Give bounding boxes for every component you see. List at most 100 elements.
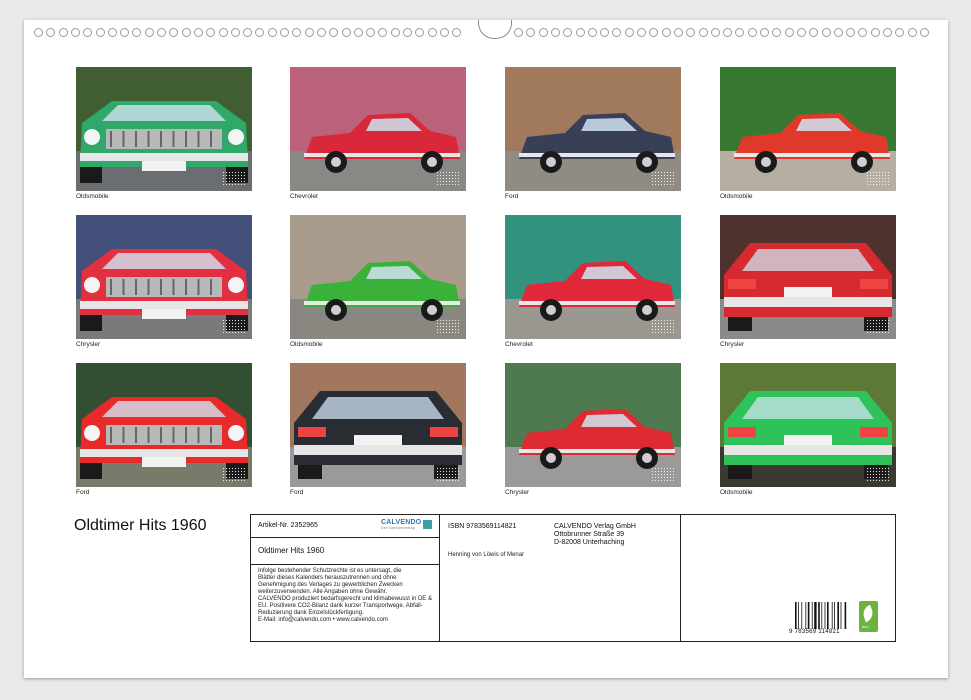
binding-hole bbox=[637, 28, 646, 37]
binding-hole bbox=[329, 28, 339, 37]
binding-hole bbox=[907, 28, 917, 37]
binding-hole bbox=[95, 28, 105, 37]
info-column-publisher: ISBN 9783569114821 CALVENDO Verlag GmbH … bbox=[440, 515, 681, 641]
binding-hole bbox=[280, 28, 289, 37]
binding-hole bbox=[353, 28, 363, 37]
photo-caption: Oldsmobile bbox=[720, 193, 753, 200]
publisher-street: Ottobrunner Straße 39 bbox=[554, 531, 625, 538]
calendar-title: Oldtimer Hits 1960 bbox=[74, 517, 207, 534]
binding-hole bbox=[218, 28, 228, 37]
binding-hole bbox=[686, 28, 696, 37]
binding-hole bbox=[304, 28, 314, 37]
car-photo bbox=[76, 67, 252, 191]
car-photo bbox=[290, 67, 466, 191]
calvendo-logo: CALVENDO Der Kalenderverlag bbox=[381, 519, 422, 530]
calendar-grid-icon bbox=[436, 467, 460, 481]
eco-label-icon: eco bbox=[859, 601, 878, 632]
photo-caption: Ford bbox=[76, 489, 90, 496]
binding-hole bbox=[70, 28, 80, 37]
binding-hole bbox=[772, 28, 782, 37]
binding-hole bbox=[366, 28, 376, 37]
binding-hole bbox=[58, 28, 68, 37]
car-photo bbox=[76, 363, 252, 487]
car-photo bbox=[720, 363, 896, 487]
barcode-number: 9 783569 114821 bbox=[789, 629, 840, 635]
binding-hole bbox=[316, 28, 326, 37]
binding-hole bbox=[403, 28, 412, 37]
car-photo bbox=[290, 215, 466, 339]
photo-caption: Oldsmobile bbox=[290, 341, 323, 348]
binding-hole bbox=[661, 28, 671, 37]
binding-hole bbox=[587, 28, 597, 37]
binding-hole bbox=[83, 28, 93, 37]
binding-hole bbox=[747, 28, 757, 37]
calendar-grid-icon bbox=[222, 467, 246, 481]
binding-hole bbox=[181, 28, 191, 37]
calendar-grid-icon bbox=[866, 467, 890, 481]
binding-hole bbox=[796, 28, 806, 37]
car-photo bbox=[720, 215, 896, 339]
binding-hole bbox=[243, 28, 253, 37]
binding-hole bbox=[833, 28, 843, 37]
calendar-grid-icon bbox=[651, 467, 675, 481]
article-number: Artikel-Nr. 2352965 bbox=[258, 522, 318, 529]
photo-caption: Ford bbox=[290, 489, 304, 496]
car-photo bbox=[720, 67, 896, 191]
binding-hole bbox=[858, 28, 868, 37]
binding-hole bbox=[120, 28, 130, 37]
binding-hole bbox=[600, 28, 610, 37]
binding-hole bbox=[883, 28, 892, 37]
binding-hole bbox=[439, 28, 449, 37]
binding-hole bbox=[415, 28, 425, 37]
calendar-grid-icon bbox=[651, 171, 675, 185]
photo-caption: Chrysler bbox=[720, 341, 745, 348]
binding-hole bbox=[193, 28, 203, 37]
photo-caption: Chrysler bbox=[505, 489, 530, 496]
barcode bbox=[795, 602, 847, 629]
photo-caption: Chevrolet bbox=[290, 193, 318, 200]
binding-hole bbox=[575, 28, 585, 37]
publisher-city: D-82008 Unterhaching bbox=[554, 539, 625, 546]
binding-hole bbox=[673, 28, 683, 37]
binding-hole bbox=[267, 28, 277, 37]
binding-hole bbox=[710, 28, 720, 37]
car-photo bbox=[505, 215, 681, 339]
spiral-binding bbox=[32, 20, 940, 40]
binding-hole bbox=[723, 28, 733, 37]
calendar-grid-icon bbox=[866, 319, 890, 333]
isbn: ISBN 9783569114821 bbox=[448, 523, 517, 530]
binding-hole bbox=[46, 28, 56, 37]
calendar-grid-icon bbox=[866, 171, 890, 185]
calendar-grid-icon bbox=[436, 319, 460, 333]
binding-hole bbox=[612, 28, 622, 37]
binding-hole bbox=[107, 28, 117, 37]
info-title: Oldtimer Hits 1960 bbox=[258, 546, 325, 555]
calendar-grid-icon bbox=[651, 319, 675, 333]
binding-hole bbox=[157, 28, 166, 37]
photo-caption: Oldsmobile bbox=[720, 489, 753, 496]
binding-hole bbox=[809, 28, 819, 37]
info-box: Artikel-Nr. 2352965 CALVENDO Der Kalender… bbox=[250, 514, 896, 642]
calendar-grid-icon bbox=[222, 319, 246, 333]
binding-hole bbox=[760, 28, 769, 37]
car-photo bbox=[76, 215, 252, 339]
binding-hole bbox=[784, 28, 794, 37]
calendar-grid-icon bbox=[222, 171, 246, 185]
binding-hole bbox=[169, 28, 179, 37]
binding-hole bbox=[735, 28, 745, 37]
binding-hole bbox=[452, 28, 462, 37]
binding-hole bbox=[206, 28, 216, 37]
binding-hole bbox=[378, 28, 388, 37]
binding-hole bbox=[919, 28, 929, 37]
car-photo bbox=[505, 67, 681, 191]
binding-hole bbox=[514, 28, 523, 37]
info-column-article: Artikel-Nr. 2352965 CALVENDO Der Kalender… bbox=[251, 515, 440, 641]
binding-hole bbox=[895, 28, 905, 37]
binding-hole bbox=[624, 28, 634, 37]
binding-hole bbox=[34, 28, 43, 37]
binding-hole bbox=[821, 28, 831, 37]
calvendo-logo-icon bbox=[423, 520, 432, 529]
photo-caption: Chrysler bbox=[76, 341, 101, 348]
binding-hole bbox=[526, 28, 536, 37]
binding-hole bbox=[341, 28, 351, 37]
